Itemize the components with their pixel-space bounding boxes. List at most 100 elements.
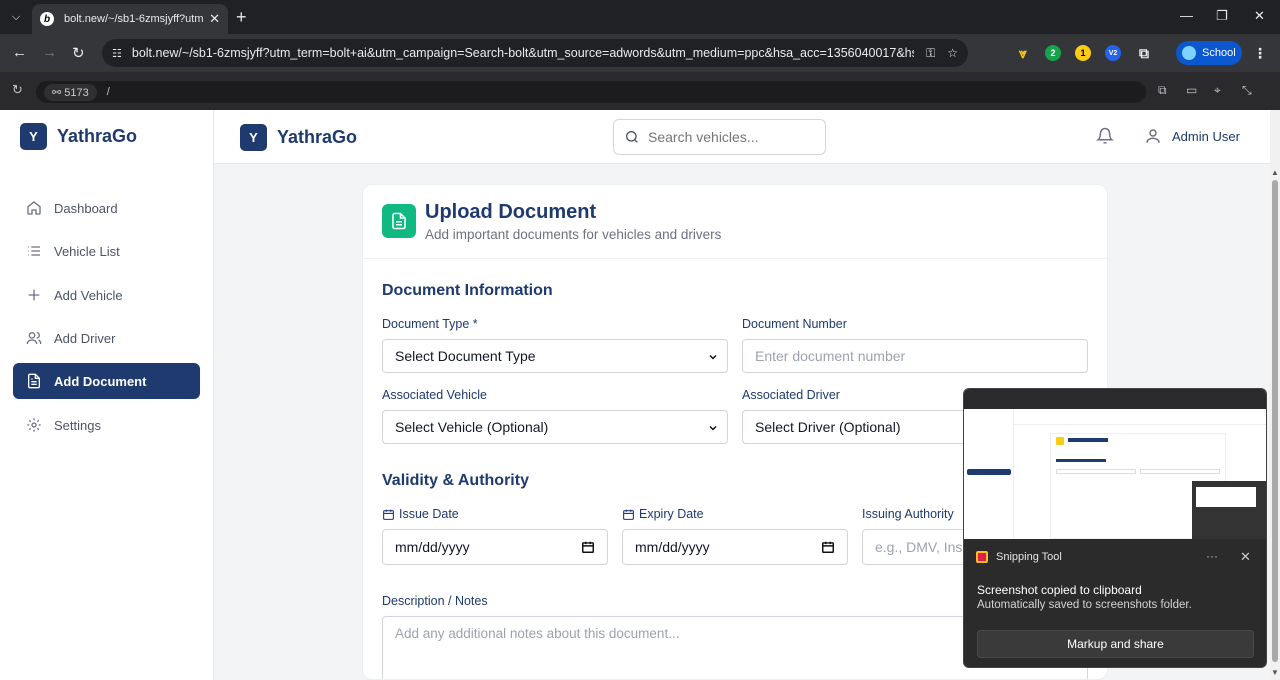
sidebar-item-add-driver[interactable]: Add Driver — [13, 320, 200, 356]
new-tab-plus-icon[interactable]: + — [236, 7, 247, 28]
sidebar-item-add-document[interactable]: Add Document — [13, 363, 200, 399]
snip-app-header: Snipping Tool — [976, 551, 1062, 563]
browser-menu-icon[interactable]: ⋮ — [1252, 45, 1268, 61]
maximize-icon[interactable]: ❐ — [1216, 8, 1228, 24]
markup-and-share-button[interactable]: Markup and share — [977, 630, 1254, 658]
sidebar-item-label: Vehicle List — [54, 243, 120, 259]
calendar-picker-icon[interactable] — [581, 540, 595, 554]
tab-title: bolt.new/~/sb1-6zmsjyff?utm_t — [64, 13, 204, 25]
device-preview-icon[interactable]: ▭ — [1186, 83, 1197, 97]
scroll-down-icon[interactable]: ▼ — [1271, 668, 1279, 677]
reload-icon[interactable]: ↻ — [72, 44, 85, 62]
snip-submessage: Automatically saved to screenshots folde… — [977, 599, 1192, 611]
issue-date-input[interactable]: mm/dd/yyyy — [382, 529, 608, 565]
more-options-icon[interactable]: ··· — [1206, 549, 1218, 563]
bookmark-star-icon[interactable]: ☆ — [947, 46, 958, 60]
document-type-select[interactable]: Select Document Type — [382, 339, 728, 373]
doc-number-label: Document Number — [742, 317, 847, 331]
url-text[interactable]: bolt.new/~/sb1-6zmsjyff?utm_term=bolt+ai… — [132, 46, 914, 60]
collapse-icon[interactable]: ⤡ — [1242, 83, 1252, 98]
notification-close-icon[interactable]: ✕ — [1240, 549, 1251, 565]
open-external-icon[interactable]: ⧉ — [1158, 83, 1167, 98]
preview-path-bar[interactable]: ⚯ 5173 / — [36, 81, 1146, 103]
sidebar-item-label: Add Driver — [54, 330, 116, 346]
inspect-icon[interactable]: ⌖ — [1214, 83, 1221, 98]
sidebar-item-label: Settings — [54, 417, 101, 433]
sidebar-item-label: Add Vehicle — [54, 287, 123, 303]
profile-label: School — [1202, 47, 1236, 59]
notification-bell-icon[interactable] — [1095, 127, 1115, 150]
site-info-icon[interactable]: ☷ — [112, 47, 122, 60]
vehicle-label: Associated Vehicle — [382, 388, 487, 402]
port-badge[interactable]: ⚯ 5173 — [44, 83, 97, 101]
minimize-icon[interactable]: — — [1180, 8, 1193, 23]
user-name: Admin User — [1172, 128, 1240, 144]
search-input[interactable] — [648, 129, 808, 145]
extension-v2-icon[interactable]: V2 — [1105, 45, 1121, 61]
expiry-date-input[interactable]: mm/dd/yyyy — [622, 529, 848, 565]
page-subtitle: Add important documents for vehicles and… — [425, 227, 722, 242]
document-badge-icon — [382, 204, 416, 238]
back-icon[interactable]: ← — [12, 44, 27, 61]
issue-date-value: mm/dd/yyyy — [395, 539, 470, 555]
associated-vehicle-select[interactable]: Select Vehicle (Optional) — [382, 410, 728, 444]
list-icon — [26, 243, 42, 259]
sidebar-item-dashboard[interactable]: Dashboard — [13, 190, 200, 226]
scrollbar-thumb[interactable] — [1272, 180, 1278, 662]
browser-tab[interactable]: b bolt.new/~/sb1-6zmsjyff?utm_t ✕ — [32, 4, 228, 34]
extension-badge: 1 — [1080, 48, 1086, 58]
extensions-puzzle-icon[interactable]: ⧉ — [1136, 45, 1152, 61]
chevron-down-icon — [709, 425, 717, 431]
search-icon — [626, 131, 638, 143]
sidebar-item-vehicle-list[interactable]: Vehicle List — [13, 233, 200, 269]
extension-shield-icon[interactable]: 2 — [1045, 45, 1061, 61]
address-bar[interactable]: ☷ bolt.new/~/sb1-6zmsjyff?utm_term=bolt+… — [102, 39, 968, 67]
browser-tab-bar: ⌵ b bolt.new/~/sb1-6zmsjyff?utm_t ✕ + — … — [0, 0, 1280, 34]
snip-app-name: Snipping Tool — [996, 551, 1062, 563]
browser-toolbar: ← → ↻ ☷ bolt.new/~/sb1-6zmsjyff?utm_term… — [0, 34, 1280, 72]
user-menu[interactable]: Admin User — [1144, 127, 1240, 145]
extension-badge: 2 — [1050, 48, 1056, 58]
profile-avatar — [1182, 46, 1196, 60]
bolt-favicon-icon: b — [40, 12, 54, 26]
screenshot-thumbnail[interactable] — [964, 389, 1266, 539]
preview-path: / — [106, 86, 110, 98]
page-scrollbar[interactable]: ▲ ▼ — [1270, 110, 1280, 680]
forward-icon[interactable]: → — [42, 44, 57, 61]
expiry-date-label: Expiry Date — [622, 507, 704, 521]
profile-button[interactable]: School — [1176, 41, 1242, 65]
user-icon — [1146, 129, 1160, 143]
doc-type-label: Document Type * — [382, 317, 478, 331]
preview-reload-icon[interactable]: ↻ — [12, 82, 23, 98]
scroll-up-icon[interactable]: ▲ — [1271, 168, 1279, 177]
brand-name: YathraGo — [57, 126, 138, 146]
key-icon[interactable]: ⚿ — [926, 46, 935, 61]
document-icon — [26, 373, 42, 389]
window-close-icon[interactable]: ✕ — [1254, 8, 1265, 24]
card-header: Upload Document Add important documents … — [363, 185, 1107, 259]
app-header: Y YathraGo Admin User — [214, 110, 1270, 164]
sidebar-item-settings[interactable]: Settings — [13, 407, 200, 443]
tab-close-icon[interactable]: ✕ — [209, 11, 220, 27]
extension-moon-icon[interactable]: 1 — [1075, 45, 1091, 61]
driver-label: Associated Driver — [742, 388, 840, 402]
sidebar-item-label: Dashboard — [54, 200, 118, 216]
expiry-date-value: mm/dd/yyyy — [635, 539, 710, 555]
calendar-icon — [623, 509, 634, 520]
port-number: 5173 — [64, 86, 89, 99]
search-box[interactable] — [613, 119, 826, 155]
sidebar-brand[interactable]: Y YathraGo — [20, 123, 137, 150]
extension-v-icon[interactable]: ⩔ — [1015, 45, 1031, 61]
header-brand[interactable]: Y YathraGo — [240, 124, 357, 151]
tab-search-chevron-icon[interactable]: ⌵ — [6, 7, 26, 27]
calendar-icon — [383, 509, 394, 520]
sidebar-item-add-vehicle[interactable]: Add Vehicle — [13, 277, 200, 313]
calendar-picker-icon[interactable] — [821, 540, 835, 554]
chevron-down-icon — [709, 354, 717, 360]
section-document-information: Document Information — [382, 282, 553, 299]
document-number-input[interactable]: Enter document number — [742, 339, 1088, 373]
sidebar-item-label: Add Document — [54, 373, 147, 389]
snipping-tool-notification[interactable]: Snipping Tool ··· ✕ Screenshot copied to… — [963, 388, 1267, 668]
extension-label: V2 — [1108, 49, 1118, 57]
snipping-tool-icon — [976, 551, 988, 563]
